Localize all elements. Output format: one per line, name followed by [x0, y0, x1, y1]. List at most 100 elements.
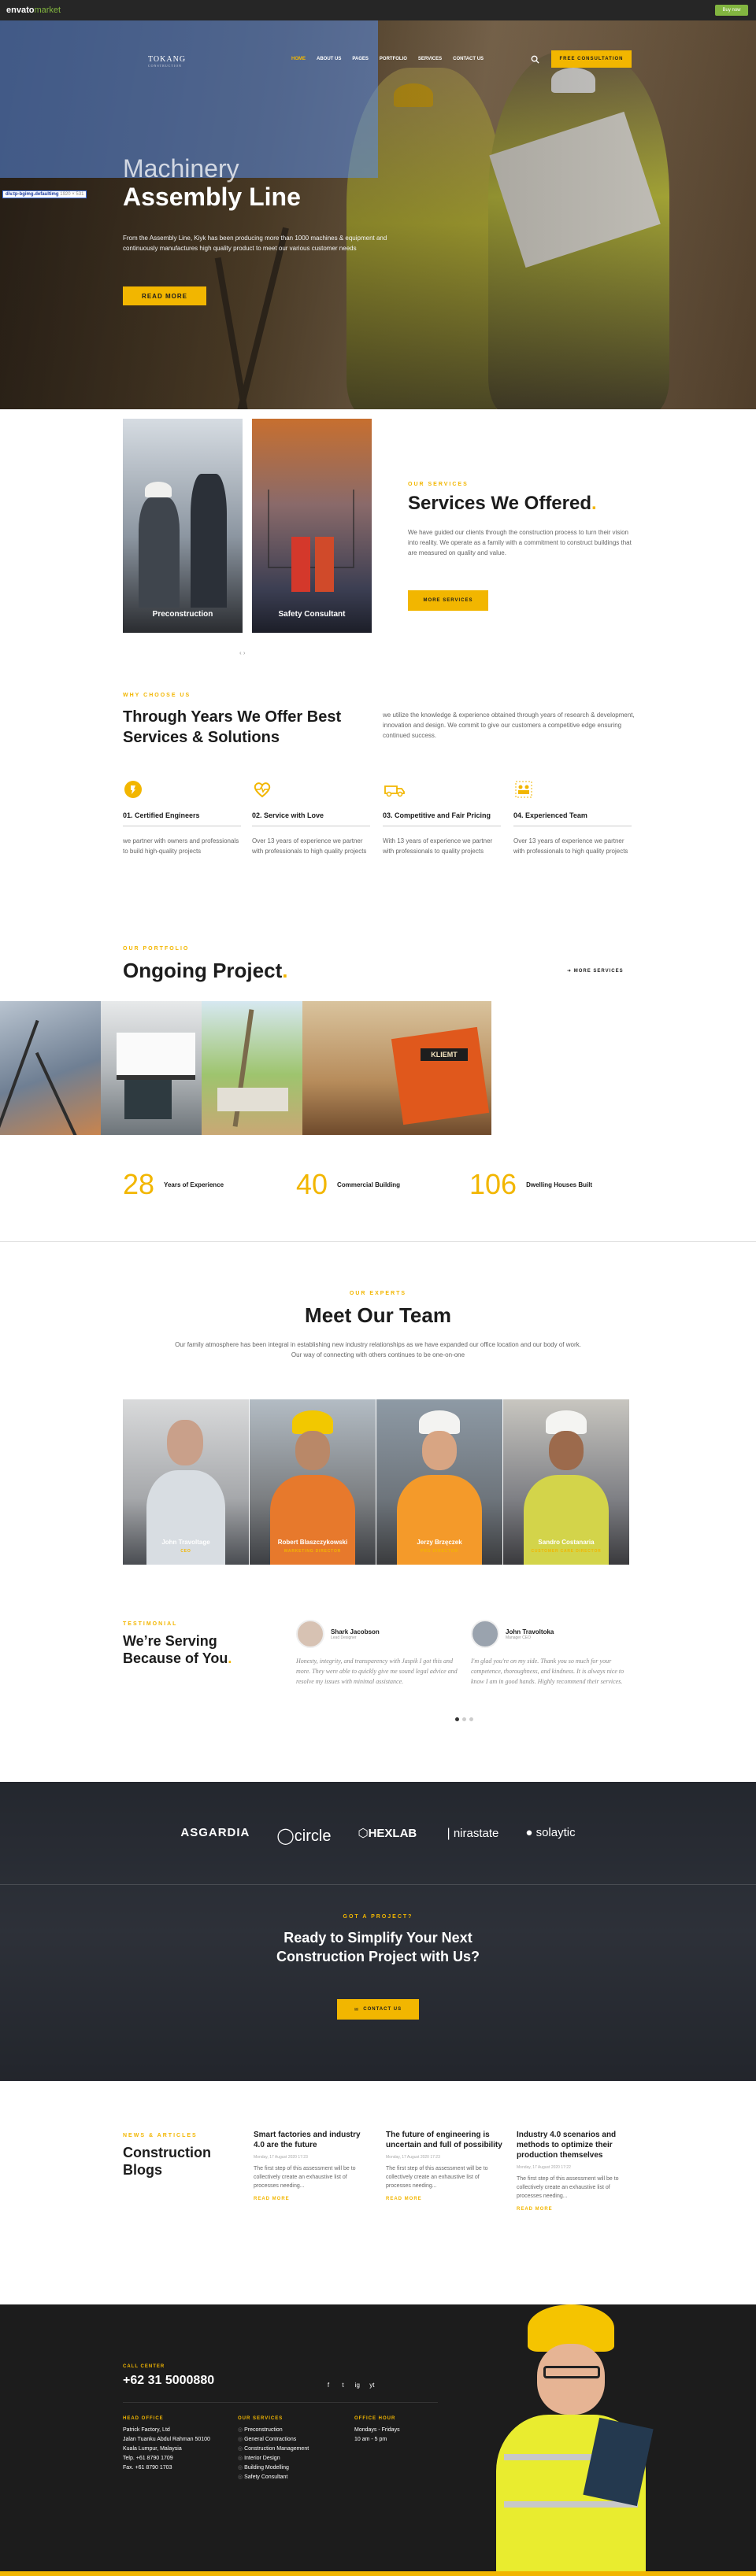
truck-icon [383, 779, 501, 804]
feature-pricing: 03. Competitive and Fair Pricing With 13… [383, 779, 501, 856]
feature-title: 01. Certified Engineers [123, 811, 200, 819]
brand-logo[interactable]: TOKANG CONSTRUCTION [148, 55, 186, 68]
free-consultation-button[interactable]: FREE CONSULTATION [551, 50, 632, 68]
footer-service-link[interactable]: ◎ Building Modelling [238, 2463, 340, 2473]
footer-office: HEAD OFFICE Patrick Factory, Ltd Jalan T… [123, 2416, 210, 2471]
team-member-role: CUSTOMER CARE DIRECTOR [531, 1549, 602, 1554]
stat-number: 40 [296, 1168, 328, 1200]
blog-post-title[interactable]: Smart factories and industry 4.0 are the… [254, 2130, 372, 2150]
testimonial-title: We’re Serving Because of You. [123, 1633, 232, 1666]
cta-title: Ready to Simplify Your Next Construction … [276, 1930, 480, 1964]
testimonial-kicker: TESTIMONIAL [123, 1621, 178, 1627]
feature-certified: 01. Certified Engineers we partner with … [123, 779, 241, 856]
stat-years: 28 Years of Experience [123, 1168, 224, 1201]
nav-item-portfolio[interactable]: PORTFOLIO [380, 57, 407, 61]
twitter-icon[interactable]: t [337, 2382, 348, 2389]
buy-now-button[interactable]: Buy now [715, 5, 748, 16]
call-center-label: CALL CENTER [123, 2364, 165, 2369]
read-more-link[interactable]: READ MORE [386, 2197, 504, 2201]
facebook-icon[interactable]: f [323, 2382, 334, 2389]
nav-item-contact[interactable]: CONTACT US [453, 57, 484, 61]
blog-post-excerpt: The first step of this assessment will b… [386, 2166, 488, 2189]
team-card[interactable]: John Travoltage CEO [123, 1399, 249, 1565]
engineer-icon [123, 779, 241, 804]
arrow-right-icon: ➜ [567, 969, 574, 974]
instagram-icon[interactable]: ig [352, 2382, 363, 2389]
team-member-name: Sandro Costanaria [538, 1539, 595, 1546]
footer-service-link[interactable]: ◎ General Contractions [238, 2435, 340, 2445]
testimonial-text: Honesty, integrity, and transparency wit… [296, 1658, 458, 1685]
feature-title: 04. Experienced Team [513, 811, 587, 819]
team-card[interactable]: Robert Blaszczykowski MARKETING DIRECTOR [250, 1399, 376, 1565]
contact-us-button[interactable]: ✉ CONTACT US [337, 1999, 419, 2020]
service-card-label: Safety Consultant [278, 610, 346, 619]
partner-logos: ASGARDIA ◯circle ⬡HEXLAB ❘nirastate ● so… [0, 1826, 756, 1846]
stat-houses: 106 Dwelling Houses Built [469, 1168, 592, 1201]
team-grid: John Travoltage CEO Robert Blaszczykowsk… [123, 1399, 630, 1565]
partner-logo: ❘nirastate [443, 1827, 499, 1840]
main-nav: TOKANG CONSTRUCTION HOME ABOUT US PAGES P… [0, 49, 756, 74]
project-image-excavator[interactable]: KLIEMT [302, 1001, 491, 1135]
service-card-preconstruction[interactable]: Preconstruction [123, 419, 243, 633]
footer-service-link[interactable]: ◎ Interior Design [238, 2454, 340, 2463]
testimonial-section: TESTIMONIAL We’re Serving Because of You.… [0, 1588, 756, 1782]
hero: TOKANG CONSTRUCTION HOME ABOUT US PAGES P… [0, 20, 756, 409]
testimonial-pagination[interactable] [455, 1717, 473, 1721]
blog-post-date: Monday, 17 August 2020 17:23 [254, 2155, 308, 2160]
team-member-name: Jerzy Brzęczek [417, 1539, 462, 1546]
testimonial-role: Lead Designer [331, 1635, 357, 1640]
stat-number: 28 [123, 1168, 155, 1200]
stats-section: 28 Years of Experience 40 Commercial Bui… [0, 1154, 756, 1242]
project-image-crane[interactable] [0, 1001, 101, 1135]
team-card[interactable]: Sandro Costanaria CUSTOMER CARE DIRECTOR [503, 1399, 629, 1565]
blog-post[interactable]: Smart factories and industry 4.0 are the… [254, 2130, 372, 2201]
blog-post-title[interactable]: The future of engineering is uncertain a… [386, 2130, 504, 2150]
team-member-name: John Travoltage [161, 1539, 210, 1546]
heart-pulse-icon [252, 779, 370, 804]
footer-service-link[interactable]: ◎ Safety Consultant [238, 2473, 340, 2482]
more-projects-link[interactable]: ➜ MORE SERVICES [567, 968, 624, 974]
team-title: Meet Our Team [305, 1303, 451, 1327]
search-icon[interactable] [531, 55, 540, 65]
blog-post[interactable]: Industry 4.0 scenarios and methods to op… [517, 2130, 635, 2212]
projects-section: OUR PORTFOLIO Ongoing Project. ➜ MORE SE… [0, 941, 756, 1154]
team-card[interactable]: Jerzy Brzęczek PRO DIRECTOR [376, 1399, 502, 1565]
envato-logo[interactable]: envatomarket [6, 6, 61, 15]
hero-title-bold: Assembly Line [123, 183, 301, 211]
why-text: we utilize the knowledge & experience ob… [383, 711, 635, 739]
nav-item-services[interactable]: SERVICES [418, 57, 442, 61]
service-card-safety[interactable]: Safety Consultant [252, 419, 372, 633]
read-more-link[interactable]: READ MORE [254, 2197, 372, 2201]
avatar [296, 1620, 324, 1648]
more-services-button[interactable]: MORE SERVICES [408, 590, 488, 611]
call-center-phone[interactable]: +62 31 5000880 [123, 2374, 214, 2388]
nav-item-home[interactable]: HOME [291, 57, 306, 61]
why-title: Through Years We Offer Best Services & S… [123, 708, 342, 746]
nav-item-pages[interactable]: PAGES [352, 57, 369, 61]
services-title: Services We Offered. [408, 493, 597, 514]
nav-menu: HOME ABOUT US PAGES PORTFOLIO SERVICES C… [291, 57, 484, 61]
inspector-badge: div.tp-bgimg.defaultimg 1920 × 531 [2, 190, 87, 198]
avatar [471, 1620, 499, 1648]
hero-read-more-button[interactable]: READ MORE [123, 286, 206, 305]
testimonial-card: John Travoltoka Manager CEO I'm glad you'… [471, 1620, 636, 1687]
feature-team: 04. Experienced Team Over 13 years of ex… [513, 779, 632, 856]
blog-post[interactable]: The future of engineering is uncertain a… [386, 2130, 504, 2201]
partner-logo: ⬡HEXLAB [358, 1827, 417, 1840]
cta-kicker: GOT A PROJECT? [343, 1914, 413, 1920]
team-text: Our family atmosphere has been integral … [175, 1341, 581, 1358]
read-more-link[interactable]: READ MORE [517, 2207, 635, 2212]
blog-kicker: NEWS & ARTICLES [123, 2133, 198, 2138]
feature-title: 02. Service with Love [252, 811, 324, 819]
project-image-resort[interactable] [202, 1001, 302, 1135]
cta-section: ASGARDIA ◯circle ⬡HEXLAB ❘nirastate ● so… [0, 1782, 756, 2081]
feature-text: we partner with owners and professionals… [123, 837, 239, 855]
worker-image [472, 2304, 677, 2576]
project-image-house[interactable] [101, 1001, 202, 1135]
footer-service-link[interactable]: ◎ Construction Management [238, 2445, 340, 2454]
nav-item-about[interactable]: ABOUT US [317, 57, 341, 61]
youtube-icon[interactable]: yt [366, 2382, 377, 2389]
carousel-arrows[interactable]: ‹ › [239, 649, 246, 656]
blog-post-title[interactable]: Industry 4.0 scenarios and methods to op… [517, 2130, 635, 2160]
footer-service-link[interactable]: ◎ Preconstruction [238, 2426, 340, 2435]
